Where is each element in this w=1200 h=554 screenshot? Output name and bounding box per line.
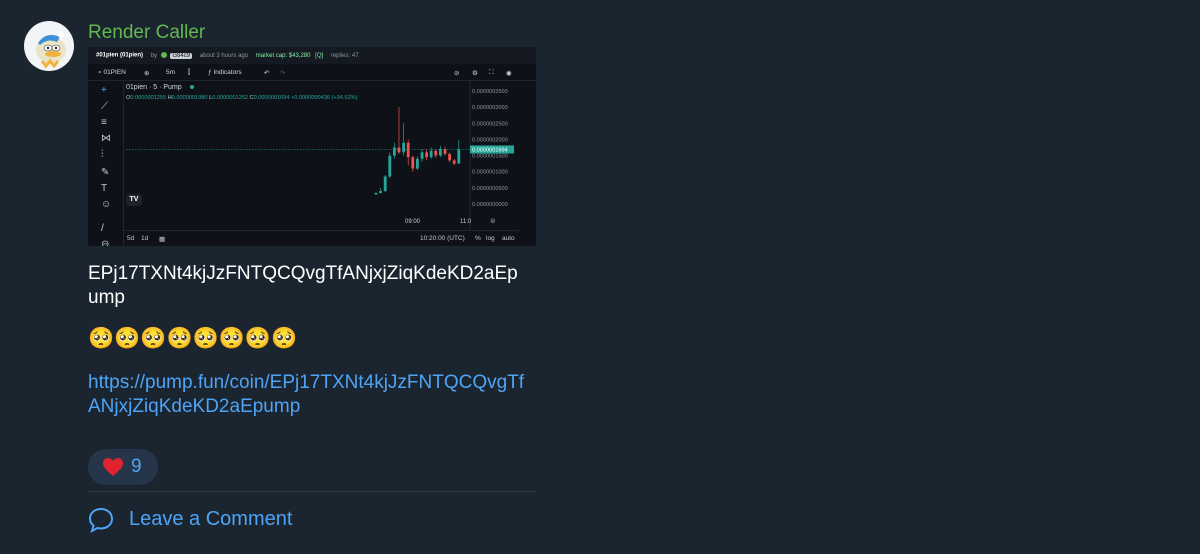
candle-body bbox=[434, 150, 438, 156]
candle-body bbox=[411, 157, 415, 169]
sender-name[interactable]: Render Caller bbox=[88, 22, 205, 44]
range-5d: 5d bbox=[127, 235, 135, 242]
axis-settings-icon: ⊛ bbox=[490, 217, 496, 225]
y-tick-label: 0.0000000500 bbox=[472, 186, 508, 192]
heart-reaction-button[interactable]: 9 bbox=[88, 449, 158, 485]
heart-icon bbox=[103, 458, 123, 476]
candle-body bbox=[406, 142, 410, 158]
y-tick-label: 0.0000003500 bbox=[472, 89, 508, 95]
leave-comment-button[interactable]: Leave a Comment bbox=[129, 508, 292, 531]
y-tick-label: 0.0000002000 bbox=[472, 137, 508, 143]
candlestick-chart: 0.0000003500 0.0000003000 0.0000002500 0.00… bbox=[126, 81, 514, 230]
candle-body bbox=[443, 149, 447, 154]
reaction-count: 9 bbox=[131, 456, 142, 477]
log-toggle: log bbox=[486, 235, 495, 242]
chart-bottom-bar: 5d 1d ▦ 10:20:00 (UTC) % log auto bbox=[124, 230, 519, 246]
candle-body bbox=[439, 149, 442, 156]
emoji-row: 🥺🥺🥺🥺🥺🥺🥺🥺 bbox=[88, 327, 298, 350]
comment-divider bbox=[88, 491, 536, 492]
sender-avatar[interactable] bbox=[24, 21, 74, 71]
candle-body bbox=[397, 147, 401, 153]
duck-avatar-icon bbox=[36, 32, 66, 69]
y-tick-label: 0.0000001500 bbox=[472, 154, 508, 160]
candle-body bbox=[416, 158, 419, 169]
candle-body bbox=[448, 153, 451, 161]
candle-body bbox=[374, 193, 378, 195]
candle-body bbox=[379, 191, 382, 194]
chart-clock: 10:20:00 (UTC) bbox=[420, 235, 465, 242]
calendar-icon: ▦ bbox=[159, 236, 166, 243]
candle-body bbox=[383, 176, 387, 192]
contract-address: EPj17TXNt4kjJzFNTQCQvgTfANjxjZiqKdeKD2aE… bbox=[88, 263, 518, 308]
x-tick-label: 11:0 bbox=[460, 219, 472, 225]
candle-body bbox=[452, 160, 456, 164]
auto-toggle: auto bbox=[502, 235, 515, 242]
candle-body bbox=[420, 152, 424, 159]
last-price-label: 0.0000001694 bbox=[472, 147, 508, 153]
candle-body bbox=[388, 155, 392, 177]
y-tick-label: 0.0000002500 bbox=[472, 121, 508, 127]
y-tick-label: 0.0000003000 bbox=[472, 105, 508, 111]
y-tick-label: 0.0000001000 bbox=[472, 170, 508, 176]
candle-body bbox=[457, 149, 461, 164]
tradingview-logo: TV bbox=[126, 194, 142, 206]
y-tick-label: 0.0000000000 bbox=[472, 202, 508, 208]
pump-fun-link[interactable]: https://pump.fun/coin/EPj17TXNt4kjJzFNTQ… bbox=[88, 371, 528, 419]
candle-body bbox=[402, 142, 405, 153]
chart-screenshot-image[interactable]: #01pien (01pien) by G84c9 about 3 hours … bbox=[88, 47, 536, 246]
candle-body bbox=[425, 152, 428, 158]
candle-body bbox=[393, 147, 396, 156]
percent-toggle: % bbox=[475, 235, 481, 242]
range-1d: 1d bbox=[141, 235, 149, 242]
comment-icon[interactable] bbox=[88, 507, 114, 533]
x-tick-label: 09:00 bbox=[405, 219, 421, 225]
candle-body bbox=[429, 150, 433, 158]
